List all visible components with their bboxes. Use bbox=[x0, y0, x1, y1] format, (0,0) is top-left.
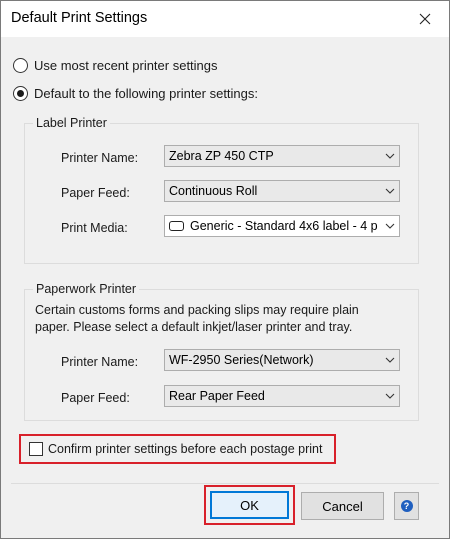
label-media-icon bbox=[169, 221, 184, 231]
radio-button[interactable] bbox=[13, 58, 28, 73]
paperwork-printer-legend: Paperwork Printer bbox=[33, 282, 140, 296]
label-paper-feed-value: Continuous Roll bbox=[169, 184, 258, 198]
chevron-down-icon bbox=[381, 386, 399, 406]
paperwork-printer-name-label: Printer Name: bbox=[61, 355, 139, 369]
label-printer-legend: Label Printer bbox=[33, 116, 110, 130]
label-printer-name-select[interactable]: Zebra ZP 450 CTP bbox=[164, 145, 400, 167]
paperwork-printer-name-select[interactable]: WF-2950 Series(Network) bbox=[164, 349, 400, 371]
radio-dot bbox=[17, 90, 24, 97]
paperwork-paper-feed-value: Rear Paper Feed bbox=[169, 389, 265, 403]
radio-use-recent-label: Use most recent printer settings bbox=[34, 58, 218, 73]
dialog-window: Default Print Settings Use most recent p… bbox=[0, 0, 450, 539]
close-icon bbox=[419, 13, 431, 25]
chevron-down-icon bbox=[381, 216, 399, 236]
label-print-media-select[interactable]: Generic - Standard 4x6 label - 4 p bbox=[164, 215, 400, 237]
chevron-down-icon bbox=[381, 350, 399, 370]
button-divider bbox=[11, 483, 439, 484]
paperwork-paper-feed-select[interactable]: Rear Paper Feed bbox=[164, 385, 400, 407]
paperwork-help-line1: Certain customs forms and packing slips … bbox=[35, 303, 359, 317]
label-print-media-value: Generic - Standard 4x6 label - 4 p bbox=[190, 219, 378, 233]
chevron-down-icon bbox=[381, 181, 399, 201]
confirm-settings-checkbox[interactable] bbox=[29, 442, 43, 456]
confirm-settings-row[interactable]: Confirm printer settings before each pos… bbox=[19, 434, 336, 464]
ok-button[interactable]: OK bbox=[210, 491, 289, 519]
paperwork-paper-feed-label: Paper Feed: bbox=[61, 391, 130, 405]
label-print-media-label: Print Media: bbox=[61, 221, 128, 235]
label-printer-name-value: Zebra ZP 450 CTP bbox=[169, 149, 274, 163]
help-icon: ? bbox=[400, 500, 413, 512]
radio-default-settings-label: Default to the following printer setting… bbox=[34, 86, 259, 101]
dialog-title: Default Print Settings bbox=[11, 10, 148, 26]
chevron-down-icon bbox=[381, 146, 399, 166]
title-bar: Default Print Settings bbox=[1, 1, 449, 37]
radio-button-selected[interactable] bbox=[13, 86, 28, 101]
help-button[interactable]: ? bbox=[394, 492, 419, 520]
radio-use-recent[interactable]: Use most recent printer settings bbox=[13, 58, 218, 73]
confirm-settings-label: Confirm printer settings before each pos… bbox=[48, 442, 323, 456]
paperwork-help-line2: paper. Please select a default inkjet/la… bbox=[35, 320, 353, 334]
label-paper-feed-select[interactable]: Continuous Roll bbox=[164, 180, 400, 202]
radio-default-settings[interactable]: Default to the following printer setting… bbox=[13, 86, 258, 101]
label-paper-feed-label: Paper Feed: bbox=[61, 186, 130, 200]
close-button[interactable] bbox=[405, 3, 445, 35]
cancel-button[interactable]: Cancel bbox=[301, 492, 384, 520]
label-printer-name-label: Printer Name: bbox=[61, 151, 139, 165]
paperwork-printer-name-value: WF-2950 Series(Network) bbox=[169, 353, 314, 367]
